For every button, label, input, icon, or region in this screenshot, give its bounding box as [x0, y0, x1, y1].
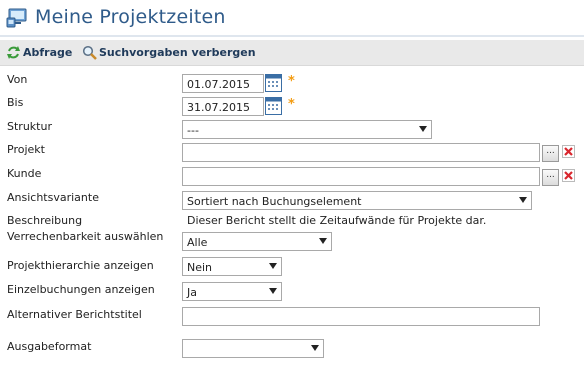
von-required-mark: * — [288, 74, 295, 89]
kunde-input[interactable] — [182, 167, 540, 186]
projekt-browse-button[interactable]: ... — [542, 145, 559, 162]
toolbar: Abfrage Suchvorgaben verbergen — [0, 40, 584, 66]
ausgabeformat-label: Ausgabeformat — [7, 340, 92, 353]
einzelbuchungen-select[interactable]: Ja — [182, 282, 282, 301]
ansicht-value: Sortiert nach Buchungselement — [187, 195, 362, 208]
monitor-icon — [6, 8, 27, 28]
kunde-label: Kunde — [7, 167, 42, 180]
ansicht-label: Ansichtsvariante — [7, 191, 99, 204]
struktur-select[interactable]: --- — [182, 120, 432, 139]
verrechenbarkeit-select[interactable]: Alle — [182, 232, 332, 251]
page-title: Meine Projektzeiten — [35, 6, 226, 28]
einzelbuchungen-value: Ja — [187, 286, 197, 299]
struktur-value: --- — [187, 124, 199, 137]
bis-label: Bis — [7, 96, 24, 109]
kunde-browse-button[interactable]: ... — [542, 169, 559, 186]
berichtstitel-input[interactable] — [182, 307, 540, 326]
delete-icon[interactable] — [562, 169, 575, 182]
ansicht-select[interactable]: Sortiert nach Buchungselement — [182, 191, 532, 210]
calendar-icon[interactable] — [265, 97, 282, 115]
chevron-down-icon — [311, 345, 319, 351]
chevron-down-icon — [319, 238, 327, 244]
verrechenbarkeit-value: Alle — [187, 236, 208, 249]
beschreibung-label: Beschreibung — [7, 214, 83, 227]
delete-icon[interactable] — [562, 145, 575, 158]
chevron-down-icon — [419, 126, 427, 132]
berichtstitel-label: Alternativer Berichtstitel — [7, 308, 142, 321]
hierarchie-select[interactable]: Nein — [182, 257, 282, 276]
verrechenbarkeit-label: Verrechenbarkeit auswählen — [7, 230, 164, 243]
ausgabeformat-select[interactable] — [182, 339, 324, 358]
chevron-down-icon — [269, 263, 277, 269]
projekt-input[interactable] — [182, 143, 540, 162]
hide-search-label: Suchvorgaben verbergen — [99, 46, 256, 59]
einzelbuchungen-label: Einzelbuchungen anzeigen — [7, 283, 155, 296]
von-label: Von — [7, 73, 28, 86]
magnifier-icon — [82, 45, 97, 60]
query-label: Abfrage — [23, 46, 73, 59]
hierarchie-label: Projekthierarchie anzeigen — [7, 259, 154, 272]
calendar-icon[interactable] — [265, 74, 282, 92]
struktur-label: Struktur — [7, 120, 52, 133]
page-header: Meine Projektzeiten — [0, 0, 584, 38]
von-date-field[interactable]: 01.07.2015 — [182, 74, 264, 93]
beschreibung-text: Dieser Bericht stellt die Zeitaufwände f… — [187, 214, 487, 227]
chevron-down-icon — [269, 288, 277, 294]
bis-date-field[interactable]: 31.07.2015 — [182, 97, 264, 116]
title-divider — [0, 35, 584, 37]
hierarchie-value: Nein — [187, 261, 213, 274]
projekt-label: Projekt — [7, 143, 45, 156]
query-button[interactable]: Abfrage — [6, 44, 76, 62]
bis-required-mark: * — [288, 97, 295, 112]
hide-search-button[interactable]: Suchvorgaben verbergen — [82, 44, 262, 62]
chevron-down-icon — [519, 197, 527, 203]
refresh-icon — [7, 46, 20, 59]
